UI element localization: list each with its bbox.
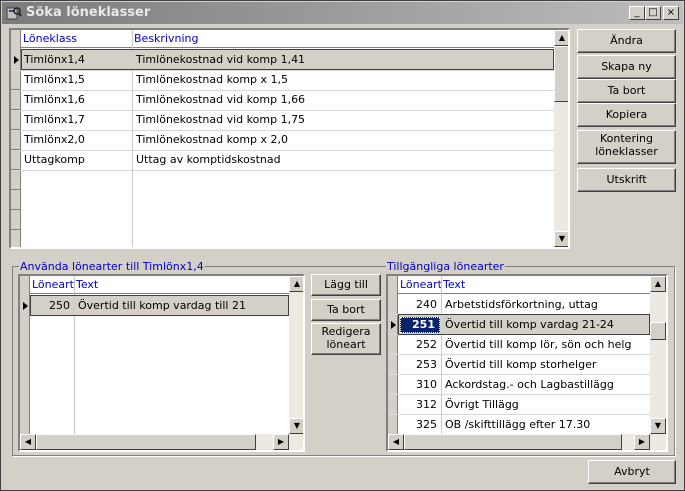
column-header-loneart[interactable]: Löneart: [30, 276, 74, 294]
table-cell-loneart[interactable]: 312: [398, 395, 441, 415]
horizontal-scrollbar[interactable]: ◀ ▶: [20, 434, 303, 450]
table-cell-loneklass[interactable]: Timlönx1,6: [21, 90, 132, 110]
table-cell-text[interactable]: Ackordstag.- och Lagbastillägg: [442, 375, 650, 395]
ta-bort-button[interactable]: Ta bort: [577, 79, 676, 103]
redigera-line1: Redigera: [321, 325, 371, 338]
scroll-right-icon[interactable]: ▶: [634, 434, 650, 450]
lagg-till-button[interactable]: Lägg till: [311, 274, 381, 296]
table-cell-loneart[interactable]: 253: [398, 355, 441, 375]
available-lonearter-grid[interactable]: Löneart Text 240 Arbetstidsförkortning, …: [386, 274, 668, 452]
avbryt-button[interactable]: Avbryt: [588, 460, 676, 484]
scroll-up-icon[interactable]: ▲: [554, 30, 568, 46]
vertical-scrollbar[interactable]: ▲ ▼: [289, 276, 303, 434]
table-cell-loneart-focused[interactable]: 251: [400, 317, 440, 333]
kontering-line1: Kontering: [600, 132, 653, 145]
row-selector[interactable]: [11, 150, 21, 170]
app-icon: [6, 7, 22, 20]
row-selector[interactable]: [11, 70, 21, 90]
table-cell-beskrivning[interactable]: Timlönekostnad vid komp 1,75: [133, 110, 553, 130]
table-cell-loneart[interactable]: 325: [398, 415, 441, 435]
scroll-left-icon[interactable]: ◀: [388, 434, 404, 450]
title-bar: Söka löneklasser _ □ ×: [2, 2, 683, 24]
table-cell-text[interactable]: Övertid till komp storhelger: [442, 355, 650, 375]
table-cell-text[interactable]: Övertid till komp lör, sön och helg: [442, 335, 650, 355]
table-cell-loneklass[interactable]: Uttagkomp: [21, 150, 132, 170]
scroll-left-icon[interactable]: ◀: [20, 434, 36, 450]
available-lonearter-label: Tillgängliga lönearter: [386, 260, 505, 273]
vertical-scrollbar[interactable]: ▲ ▼: [650, 276, 666, 434]
row-selector[interactable]: [11, 110, 21, 130]
minimize-button[interactable]: _: [629, 6, 645, 20]
andra-button[interactable]: Ändra: [577, 29, 676, 53]
utskrift-button[interactable]: Utskrift: [577, 168, 676, 192]
row-selector[interactable]: [11, 170, 21, 190]
scroll-up-icon[interactable]: ▲: [650, 276, 666, 292]
scroll-down-icon[interactable]: ▼: [554, 231, 568, 247]
kontering-line2: löneklasser: [595, 145, 658, 158]
vertical-scrollbar[interactable]: ▲ ▼: [554, 30, 568, 247]
scroll-down-icon[interactable]: ▼: [650, 418, 666, 434]
column-header-loneart[interactable]: Löneart: [398, 276, 442, 294]
row-pointer-icon: [23, 302, 28, 310]
row-selector[interactable]: [11, 230, 21, 247]
scroll-down-icon[interactable]: ▼: [289, 418, 303, 434]
table-cell-beskrivning[interactable]: Timlönekostnad vid komp 1,41: [133, 50, 553, 70]
table-cell-loneklass[interactable]: Timlönx1,4: [21, 50, 132, 70]
redigera-line2: löneart: [326, 338, 366, 351]
kopiera-button[interactable]: Kopiera: [577, 103, 676, 127]
horizontal-scrollbar[interactable]: ◀ ▶: [388, 434, 666, 450]
skapa-ny-button[interactable]: Skapa ny: [577, 55, 676, 79]
column-header-text[interactable]: Text: [74, 276, 289, 294]
table-cell-beskrivning[interactable]: Timlönekostnad komp x 2,0: [133, 130, 553, 150]
row-selector[interactable]: [11, 90, 21, 110]
table-cell-beskrivning[interactable]: Timlönekostnad komp x 1,5: [133, 70, 553, 90]
row-selector[interactable]: [11, 190, 21, 210]
table-cell-text[interactable]: Arbetstidsförkortning, uttag: [442, 295, 650, 315]
scroll-up-icon[interactable]: ▲: [289, 276, 303, 292]
row-selector-column: [388, 276, 398, 434]
column-header-beskrivning[interactable]: Beskrivning: [132, 30, 554, 48]
used-lonearter-grid[interactable]: Löneart Text 250 Övertid till komp varda…: [18, 274, 305, 452]
row-selector[interactable]: [11, 130, 21, 150]
table-cell-text[interactable]: Övertid till komp vardag 21-24: [442, 315, 650, 335]
row-line: [11, 170, 554, 171]
scroll-thumb[interactable]: [650, 322, 666, 340]
scroll-thumb[interactable]: [554, 46, 568, 102]
scroll-thumb[interactable]: [36, 434, 256, 450]
column-header-text[interactable]: Text: [441, 276, 652, 294]
table-cell-loneklass[interactable]: Timlönx2,0: [21, 130, 132, 150]
table-cell-loneart[interactable]: 240: [398, 295, 441, 315]
row-pointer-icon: [391, 321, 396, 329]
maximize-icon: □: [648, 7, 658, 18]
maximize-button[interactable]: □: [645, 6, 661, 20]
table-cell-text[interactable]: Övrigt Tillägg: [442, 395, 650, 415]
close-button[interactable]: ×: [663, 6, 679, 20]
column-header-loneklass[interactable]: Löneklass: [21, 30, 132, 48]
table-cell-loneklass[interactable]: Timlönx1,5: [21, 70, 132, 90]
window-title: Söka löneklasser: [26, 5, 151, 20]
redigera-loneart-button[interactable]: Redigera löneart: [311, 323, 381, 355]
table-cell-beskrivning[interactable]: Uttag av komptidskostnad: [133, 150, 553, 170]
table-cell-loneart[interactable]: 310: [398, 375, 441, 395]
minimize-icon: _: [634, 7, 640, 18]
table-cell-loneklass[interactable]: Timlönx1,7: [21, 110, 132, 130]
table-cell-loneart[interactable]: 252: [398, 335, 441, 355]
ta-bort-loneart-button[interactable]: Ta bort: [311, 299, 381, 321]
row-selector-column: [20, 276, 30, 434]
table-cell-beskrivning[interactable]: Timlönekostnad vid komp 1,66: [133, 90, 553, 110]
close-icon: ×: [666, 7, 676, 18]
dialog-window: Söka löneklasser _ □ × Löneklass Beskriv…: [0, 0, 685, 491]
loneklass-grid[interactable]: Löneklass Beskrivning Timlönx1,4 Timlöne…: [9, 28, 570, 249]
table-cell-text[interactable]: Övertid till komp vardag till 21: [75, 296, 289, 316]
table-cell-loneart[interactable]: 250: [30, 296, 74, 316]
row-selector[interactable]: [11, 210, 21, 230]
used-lonearter-label: Använda lönearter till Timlönx1,4: [19, 260, 205, 273]
kontering-loneklasser-button[interactable]: Kontering löneklasser: [577, 130, 676, 164]
scroll-thumb[interactable]: [404, 434, 622, 450]
row-pointer-icon: [14, 56, 19, 64]
table-cell-text[interactable]: OB /skifttillägg efter 17.30: [442, 415, 650, 435]
scroll-right-icon[interactable]: ▶: [273, 434, 289, 450]
